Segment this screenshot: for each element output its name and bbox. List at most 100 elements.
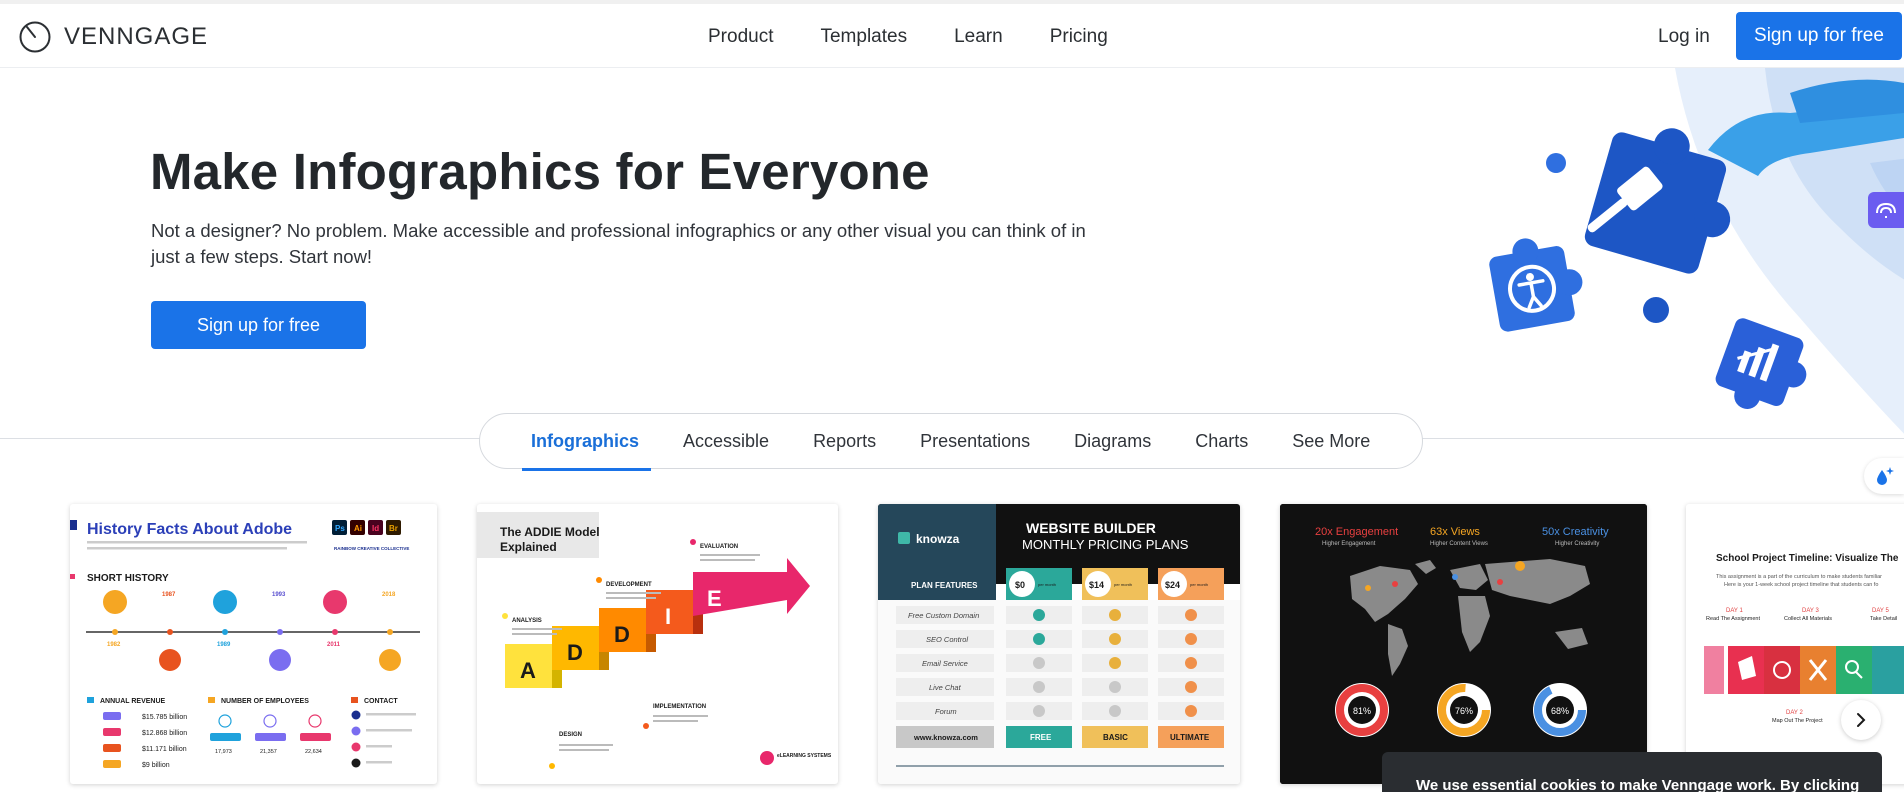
tab-reports[interactable]: Reports — [813, 431, 876, 452]
year-2011: 2011 — [327, 642, 341, 648]
feature-5: Forum — [935, 707, 957, 716]
nav-templates[interactable]: Templates — [820, 26, 907, 48]
metric-engagement-label: Higher Engagement — [1322, 541, 1376, 547]
tab-accessible[interactable]: Accessible — [683, 431, 769, 452]
main-nav: Product Templates Learn Pricing — [708, 26, 1155, 48]
year-1993: 1993 — [272, 592, 286, 598]
stage-implementation: IMPLEMENTATION — [653, 704, 706, 710]
addie-footer: eLEARNING SYSTEMS — [777, 753, 832, 759]
metric-views: 63x Views — [1430, 526, 1480, 538]
donut-68-label: 68% — [1551, 706, 1569, 716]
stage-development: DEVELOPMENT — [606, 582, 652, 588]
nav-product[interactable]: Product — [708, 26, 773, 48]
signup-button-header[interactable]: Sign up for free — [1736, 12, 1902, 60]
year-1989: 1989 — [217, 642, 231, 648]
employees-heading: NUMBER OF EMPLOYEES — [221, 698, 309, 705]
pricing-thumbnail: knowza WEBSITE BUILDER MONTHLY PRICING P… — [878, 504, 1240, 784]
template-card-school-timeline[interactable]: School Project Timeline: Visualize The T… — [1686, 504, 1904, 784]
addie-title-line1: The ADDIE Model — [500, 525, 600, 539]
chevron-right-icon — [1857, 713, 1866, 727]
feature-2: SEO Control — [926, 635, 968, 644]
adobe-history-thumbnail: History Facts About Adobe Ps Ai Id Br RA… — [70, 520, 420, 769]
plan-basic: BASIC — [1103, 733, 1128, 742]
category-tabs: Infographics Accessible Reports Presenta… — [479, 413, 1423, 471]
timeline-title: School Project Timeline: Visualize The — [1716, 553, 1899, 564]
plan-free: FREE — [1030, 733, 1052, 742]
timeline-task1: Read The Assignment — [1706, 616, 1760, 622]
addie-letter-e: E — [707, 586, 722, 611]
school-timeline-thumbnail: School Project Timeline: Visualize The T… — [1704, 553, 1904, 724]
timeline-day5: DAY 5 — [1872, 608, 1889, 614]
feature-3: Email Service — [922, 659, 968, 668]
revenue-1: $15.785 billion — [142, 714, 187, 721]
donut-76-label: 76% — [1455, 706, 1473, 716]
accessibility-side-tab[interactable] — [1868, 192, 1904, 228]
nav-learn[interactable]: Learn — [954, 26, 1003, 48]
per-month-free: per month — [1038, 582, 1056, 587]
tab-infographics[interactable]: Infographics — [521, 431, 652, 471]
metric-engagement: 20x Engagement — [1315, 526, 1398, 538]
feature-4: Live Chat — [929, 683, 962, 692]
badge-id: Id — [372, 524, 379, 533]
template-card-engagement-map[interactable]: 20x Engagement Higher Engagement 63x Vie… — [1280, 504, 1647, 784]
year-1982: 1982 — [107, 642, 121, 648]
timeline-day1: DAY 1 — [1726, 608, 1743, 614]
venngage-clock-logo-icon — [19, 21, 51, 53]
hero-signup-button[interactable]: Sign up for free — [151, 301, 366, 349]
contact-heading: CONTACT — [364, 698, 398, 705]
pricing-title-1: WEBSITE BUILDER — [1026, 520, 1156, 536]
pricing-url: www.knowza.com — [913, 733, 978, 742]
template-card-pricing-plans[interactable]: knowza WEBSITE BUILDER MONTHLY PRICING P… — [878, 504, 1240, 784]
metric-creativity: 50x Creativity — [1542, 526, 1609, 538]
brand-name: VENNGAGE — [64, 23, 209, 50]
tab-diagrams[interactable]: Diagrams — [1074, 431, 1151, 452]
carousel-next-button[interactable] — [1841, 700, 1881, 740]
revenue-3: $11.171 billion — [142, 746, 187, 753]
year-1987: 1987 — [162, 592, 176, 598]
timeline-day2: DAY 2 — [1786, 710, 1803, 716]
timeline-day3: DAY 3 — [1802, 608, 1819, 614]
tab-presentations[interactable]: Presentations — [920, 431, 1030, 452]
template-card-adobe-history[interactable]: History Facts About Adobe Ps Ai Id Br RA… — [70, 504, 437, 784]
sparkle-drop-icon — [1877, 467, 1894, 485]
tab-see-more[interactable]: See More — [1292, 431, 1370, 452]
metric-views-label: Higher Content Views — [1430, 541, 1488, 547]
addie-title-line2: Explained — [500, 540, 557, 554]
cookie-banner: We use essential cookies to make Venngag… — [1382, 752, 1882, 792]
site-header: VENNGAGE Product Templates Learn Pricing… — [0, 4, 1904, 68]
plan-features-heading: PLAN FEATURES — [911, 581, 978, 590]
nav-pricing[interactable]: Pricing — [1050, 26, 1108, 48]
ai-assist-button[interactable] — [1864, 458, 1904, 494]
stage-analysis: ANALYSIS — [512, 618, 542, 624]
tab-charts[interactable]: Charts — [1195, 431, 1248, 452]
collective-label: RAINBOW CREATIVE COLLECTIVE — [334, 546, 409, 551]
timeline-task2: Map Out The Project — [1772, 718, 1823, 724]
revenue-4: $9 billion — [142, 762, 170, 769]
brand-logo[interactable]: VENNGAGE — [18, 20, 208, 54]
addie-letter-a: A — [520, 658, 536, 683]
timeline-desc-2: Here is your 1-week school project timel… — [1724, 582, 1878, 588]
pricing-title-2: MONTHLY PRICING PLANS — [1022, 537, 1189, 552]
badge-br: Br — [389, 524, 398, 533]
template-card-addie-model[interactable]: The ADDIE Model Explained A D D I E ANAL… — [477, 504, 838, 784]
addie-letter-i: I — [665, 604, 671, 629]
revenue-2: $12.868 billion — [142, 730, 187, 737]
hero-puzzle-illustration — [1489, 68, 1904, 434]
annual-revenue-heading: ANNUAL REVENUE — [100, 698, 166, 705]
price-free: $0 — [1015, 580, 1025, 590]
plan-ultimate: ULTIMATE — [1170, 733, 1210, 742]
metric-creativity-label: Higher Creativity — [1555, 541, 1599, 547]
accessibility-brain-icon — [1876, 202, 1896, 218]
badge-ps: Ps — [335, 524, 345, 533]
timeline-task3: Collect All Materials — [1784, 616, 1832, 622]
adobe-title: History Facts About Adobe — [87, 521, 292, 538]
stage-evaluation: EVALUATION — [700, 544, 738, 550]
pricing-brand: knowza — [916, 532, 960, 546]
stage-design: DESIGN — [559, 732, 582, 738]
feature-1: Free Custom Domain — [908, 611, 979, 620]
addie-thumbnail: The ADDIE Model Explained A D D I E ANAL… — [477, 512, 832, 769]
price-ultimate: $24 — [1165, 580, 1180, 590]
employees-1: 17,973 — [215, 749, 232, 755]
per-month-ultimate: per month — [1190, 582, 1208, 587]
login-link[interactable]: Log in — [1658, 26, 1710, 48]
